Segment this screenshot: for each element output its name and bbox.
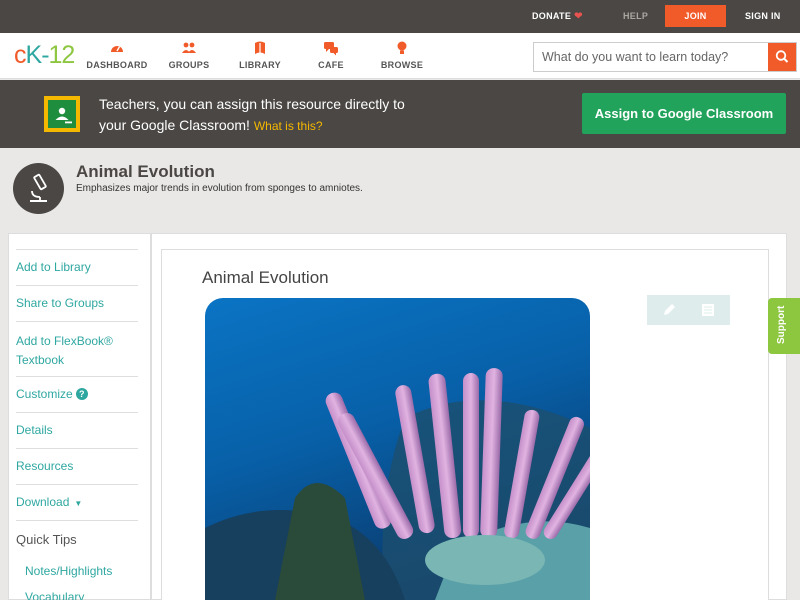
nav-groups-label: GROUPS — [168, 60, 210, 70]
search-box — [533, 42, 797, 72]
banner-line-1: Teachers, you can assign this resource d… — [99, 96, 405, 112]
nav-browse-label: BROWSE — [380, 60, 424, 70]
resource-subtitle: Emphasizes major trends in evolution fro… — [76, 183, 363, 194]
banner-text: Teachers, you can assign this resource d… — [99, 94, 459, 137]
divider — [16, 376, 138, 377]
nav-groups[interactable]: GROUPS — [154, 40, 224, 70]
vocabulary-link[interactable]: Vocabulary — [25, 590, 147, 600]
dashboard-icon — [111, 46, 123, 52]
content-title: Animal Evolution — [202, 268, 329, 287]
annotation-toolbar — [647, 295, 730, 325]
pencil-icon[interactable] — [661, 302, 677, 318]
download-link[interactable]: Download ▼ — [16, 495, 138, 509]
logo-c: c — [14, 41, 26, 69]
sponge-photo — [205, 298, 590, 600]
add-to-library-link[interactable]: Add to Library — [16, 260, 138, 274]
search-input[interactable] — [534, 43, 764, 71]
divider — [16, 285, 138, 286]
divider — [16, 520, 138, 521]
details-link[interactable]: Details — [16, 423, 138, 437]
search-icon — [775, 50, 789, 63]
browse-icon — [397, 41, 407, 54]
customize-label: Customize — [16, 387, 73, 401]
divider — [16, 484, 138, 485]
divider — [16, 321, 138, 322]
logo-k: K — [25, 41, 43, 69]
divider — [16, 412, 138, 413]
add-to-flexbook-link[interactable]: Add to FlexBook® Textbook — [16, 332, 126, 370]
search-button[interactable] — [768, 43, 796, 71]
microscope-icon — [13, 163, 64, 214]
quick-tips-heading: Quick Tips — [16, 532, 77, 547]
nav-cafe[interactable]: CAFE — [296, 40, 366, 70]
nav-dashboard-label: DASHBOARD — [86, 60, 148, 70]
caret-down-icon: ▼ — [74, 499, 83, 508]
support-label: Support — [776, 305, 787, 344]
cafe-icon — [324, 42, 338, 56]
sign-in-link[interactable]: SIGN IN — [745, 11, 781, 21]
donate-link[interactable]: DONATE ❤ — [532, 11, 583, 22]
nav-library-label: LIBRARY — [239, 60, 281, 70]
heart-icon: ❤ — [574, 11, 583, 22]
support-tab[interactable]: Support — [768, 298, 800, 354]
ck12-logo[interactable]: cK-12 — [14, 41, 76, 70]
download-label: Download — [16, 495, 70, 509]
main-nav: cK-12 DASHBOARD GROUPS LIBRARY CAFE BROW… — [0, 33, 800, 79]
help-link[interactable]: HELP — [623, 11, 648, 21]
nav-cafe-label: CAFE — [318, 60, 344, 70]
google-classroom-icon — [44, 96, 80, 132]
what-is-this-link[interactable]: What is this? — [254, 119, 323, 133]
notes-icon[interactable] — [700, 302, 716, 318]
divider — [16, 249, 138, 250]
top-bar: DONATE ❤ HELP JOIN SIGN IN — [0, 0, 800, 33]
nav-library[interactable]: LIBRARY — [225, 40, 295, 70]
groups-icon — [182, 42, 196, 53]
logo-12: 12 — [48, 41, 76, 69]
notes-highlights-link[interactable]: Notes/Highlights — [25, 564, 147, 578]
divider — [16, 448, 138, 449]
donate-label: DONATE — [532, 11, 572, 21]
nav-dashboard[interactable]: DASHBOARD — [82, 40, 152, 70]
assign-google-classroom-button[interactable]: Assign to Google Classroom — [582, 93, 786, 134]
library-icon — [255, 41, 265, 54]
nav-browse[interactable]: BROWSE — [367, 40, 437, 70]
resources-link[interactable]: Resources — [16, 459, 138, 473]
resource-title: Animal Evolution — [76, 162, 215, 181]
banner-line-2: your Google Classroom! — [99, 117, 250, 133]
help-icon[interactable]: ? — [75, 388, 88, 400]
logo-dash: - — [41, 41, 49, 69]
share-to-groups-link[interactable]: Share to Groups — [16, 296, 138, 310]
join-button[interactable]: JOIN — [665, 5, 726, 27]
customize-link[interactable]: Customize? — [16, 387, 138, 401]
